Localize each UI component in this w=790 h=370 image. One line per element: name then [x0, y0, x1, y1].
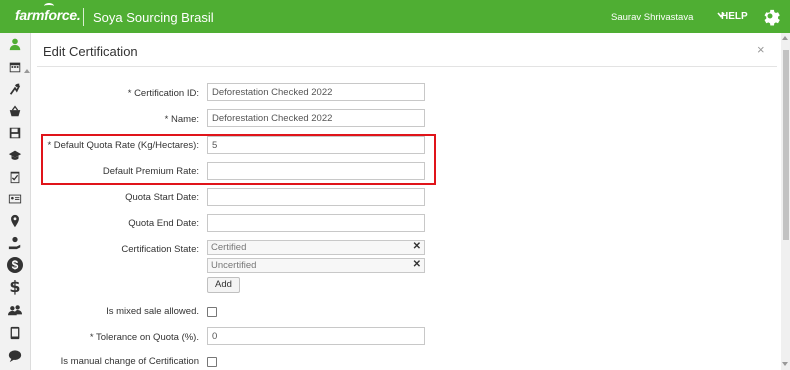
certification-id-label: * Certification ID: — [128, 88, 199, 99]
remove-tag-icon[interactable]: ✕ — [413, 259, 421, 270]
tolerance-on-quota-input[interactable]: 0 — [207, 327, 425, 345]
certification-state-label: Certification State: — [121, 244, 199, 255]
help-link[interactable]: HELP — [721, 11, 748, 22]
quota-end-date-label: Quota End Date: — [128, 218, 199, 229]
name-label-text: Name: — [171, 114, 199, 125]
default-quota-rate-label-text: Default Quota Rate (Kg/Hectares): — [53, 140, 199, 151]
scrollbar-thumb[interactable] — [783, 50, 789, 240]
tag-label: Uncertified — [211, 260, 257, 271]
quota-start-date-input[interactable] — [207, 188, 425, 206]
gear-icon[interactable] — [760, 6, 780, 26]
top-navigation-bar: farmforce. Soya Sourcing Brasil Saurav S… — [0, 0, 790, 33]
scroll-down-arrow[interactable] — [782, 362, 788, 366]
required-marker: * — [89, 332, 94, 343]
dollar-icon[interactable]: $ — [7, 279, 23, 295]
group-icon[interactable] — [7, 302, 23, 318]
brand-logo[interactable]: farmforce. — [15, 7, 81, 23]
graduation-cap-icon[interactable] — [7, 147, 23, 163]
location-pin-icon[interactable] — [7, 213, 23, 229]
name-label: * Name: — [165, 114, 199, 125]
certification-state-tag[interactable]: Certified ✕ — [207, 240, 425, 255]
hand-coin-icon[interactable] — [7, 235, 23, 251]
add-state-button[interactable]: Add — [207, 277, 240, 293]
default-premium-rate-input[interactable] — [207, 162, 425, 180]
mixed-sale-allowed-label: Is mixed sale allowed. — [106, 306, 199, 317]
dollar-circle-icon[interactable]: $ — [7, 257, 23, 273]
remove-tag-icon[interactable]: ✕ — [413, 241, 421, 252]
mixed-sale-allowed-checkbox[interactable] — [207, 307, 217, 317]
certification-id-label-text: Certification ID: — [134, 88, 199, 99]
left-sidebar: $ $ — [0, 33, 31, 370]
clipboard-check-icon[interactable] — [7, 169, 23, 185]
calendar-icon[interactable] — [7, 59, 23, 75]
tablet-icon[interactable] — [7, 325, 23, 341]
certification-id-input[interactable]: Deforestation Checked 2022 — [207, 83, 425, 101]
default-premium-rate-label: Default Premium Rate: — [102, 166, 199, 177]
tolerance-on-quota-label-text: Tolerance on Quota (%). — [96, 332, 199, 343]
manual-change-checkbox[interactable] — [207, 357, 217, 367]
id-card-icon[interactable] — [7, 191, 23, 207]
app-name: Soya Sourcing Brasil — [93, 10, 214, 25]
sidebar-scroll-up[interactable] — [24, 69, 30, 73]
header-divider — [83, 8, 84, 26]
user-icon[interactable] — [7, 36, 23, 52]
close-icon[interactable]: × — [757, 42, 765, 57]
quota-end-date-input[interactable] — [207, 214, 425, 232]
save-icon[interactable] — [7, 125, 23, 141]
default-quota-rate-input[interactable]: 5 — [207, 136, 425, 154]
required-marker: * — [47, 140, 52, 151]
dialog-header-divider — [37, 66, 777, 67]
user-name[interactable]: Saurav Shrivastava — [611, 12, 693, 23]
required-marker: * — [127, 88, 132, 99]
certification-state-tag[interactable]: Uncertified ✕ — [207, 258, 425, 273]
name-input[interactable]: Deforestation Checked 2022 — [207, 109, 425, 127]
tag-label: Certified — [211, 242, 247, 253]
plant-icon[interactable] — [7, 81, 23, 97]
edit-certification-dialog: Edit Certification × * Certification ID:… — [31, 33, 781, 370]
default-quota-rate-label: * Default Quota Rate (Kg/Hectares): — [47, 140, 199, 151]
chat-icon[interactable] — [7, 348, 23, 364]
quota-start-date-label: Quota Start Date: — [125, 192, 199, 203]
manual-change-label: Is manual change of Certification — [60, 356, 199, 367]
basket-icon[interactable] — [7, 103, 23, 119]
scroll-up-arrow[interactable] — [782, 36, 788, 40]
tolerance-on-quota-label: * Tolerance on Quota (%). — [90, 332, 199, 343]
required-marker: * — [164, 114, 169, 125]
dialog-title: Edit Certification — [43, 44, 138, 59]
